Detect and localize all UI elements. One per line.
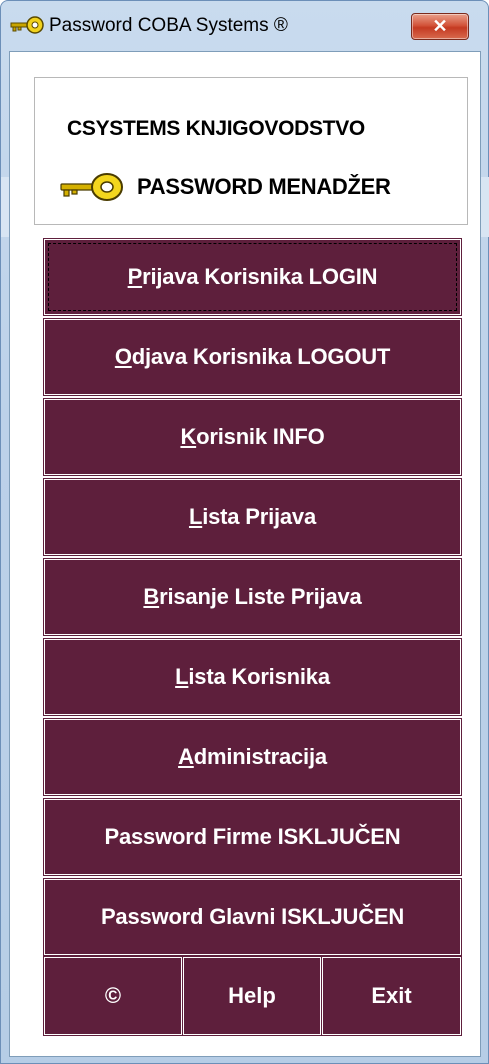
close-icon: ✕ bbox=[432, 16, 448, 36]
frame-strip-right bbox=[481, 177, 489, 237]
login-list-button[interactable]: Lista Prijava bbox=[43, 478, 462, 556]
frame-strip-left bbox=[1, 177, 9, 237]
clear-login-list-label: risanje Liste Prijava bbox=[159, 584, 362, 609]
administration-label: dministracija bbox=[193, 744, 327, 769]
copyright-label: © bbox=[104, 983, 122, 1008]
user-list-mnemonic: L bbox=[175, 664, 189, 689]
app-window: Password COBA Systems ® ✕ CSYSTEMS KNJIG… bbox=[0, 0, 489, 1064]
logout-label: djava Korisnika LOGOUT bbox=[131, 344, 391, 369]
key-icon bbox=[60, 173, 123, 201]
exit-button[interactable]: Exit bbox=[321, 956, 462, 1036]
group-title: CSYSTEMS KNJIGOVODSTVO bbox=[63, 117, 369, 141]
app-subtitle: PASSWORD MENADŽER bbox=[137, 174, 391, 199]
login-button[interactable]: Prijava Korisnika LOGIN bbox=[43, 238, 462, 316]
administration-button[interactable]: Administracija bbox=[43, 718, 462, 796]
main-password-button[interactable]: Password Glavni ISKLJUČEN bbox=[43, 878, 462, 956]
user-info-mnemonic: K bbox=[180, 424, 197, 449]
login-list-mnemonic: L bbox=[188, 504, 203, 529]
footer-button-row: © Help Exit bbox=[43, 956, 462, 1036]
exit-label: Exit bbox=[371, 983, 412, 1008]
window-title: Password COBA Systems ® bbox=[49, 15, 288, 36]
header-row: PASSWORD MENADŽER bbox=[59, 167, 391, 207]
login-label: rijava Korisnika LOGIN bbox=[142, 264, 378, 289]
title-bar[interactable]: Password COBA Systems ® ✕ bbox=[1, 1, 488, 51]
company-password-label: Password Firme ISKLJUČEN bbox=[104, 824, 401, 849]
administration-mnemonic: A bbox=[178, 744, 194, 769]
user-list-button[interactable]: Lista Korisnika bbox=[43, 638, 462, 716]
key-icon bbox=[10, 16, 44, 34]
clear-login-list-mnemonic: B bbox=[143, 584, 160, 609]
logout-mnemonic: O bbox=[114, 344, 132, 369]
login-mnemonic: P bbox=[127, 264, 143, 289]
login-list-label: ista Prijava bbox=[202, 504, 317, 529]
help-button[interactable]: Help bbox=[182, 956, 322, 1036]
help-label: Help bbox=[228, 983, 276, 1008]
close-button[interactable]: ✕ bbox=[411, 13, 469, 40]
user-list-label: ista Korisnika bbox=[188, 664, 330, 689]
clear-login-list-button[interactable]: Brisanje Liste Prijava bbox=[43, 558, 462, 636]
user-info-button[interactable]: Korisnik INFO bbox=[43, 398, 462, 476]
company-password-button[interactable]: Password Firme ISKLJUČEN bbox=[43, 798, 462, 876]
main-password-label: Password Glavni ISKLJUČEN bbox=[100, 904, 405, 929]
logout-button[interactable]: Odjava Korisnika LOGOUT bbox=[43, 318, 462, 396]
user-info-label: orisnik INFO bbox=[196, 424, 325, 449]
copyright-button[interactable]: © bbox=[43, 956, 183, 1036]
